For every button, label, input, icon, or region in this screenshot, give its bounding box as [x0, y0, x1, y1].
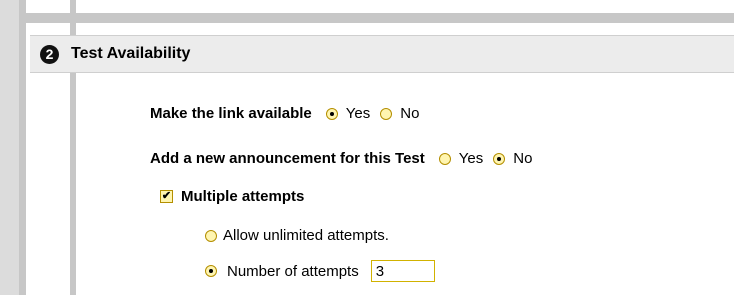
announcement-no-radio[interactable]	[493, 152, 506, 165]
make-available-yes-label: Yes	[345, 105, 371, 122]
number-attempts-row: Number of attempts	[205, 260, 435, 282]
number-attempts-input[interactable]	[370, 260, 435, 282]
make-link-available-row: Make the link available Yes No	[150, 105, 419, 122]
section-header: 2 Test Availability	[30, 35, 734, 73]
step-number-badge: 2	[40, 44, 59, 64]
make-available-yes-radio[interactable]	[325, 107, 338, 120]
multiple-attempts-row: ✔ Multiple attempts	[160, 188, 304, 205]
unlimited-attempts-row: Allow unlimited attempts.	[205, 227, 389, 244]
left-gutter	[0, 0, 19, 295]
announcement-yes-label: Yes	[458, 150, 484, 167]
announcement-no-label: No	[513, 150, 533, 167]
multiple-attempts-label: Multiple attempts	[181, 188, 305, 205]
top-divider	[26, 13, 734, 23]
make-link-available-label: Make the link available	[150, 105, 312, 122]
announcement-row: Add a new announcement for this Test Yes…	[150, 150, 532, 167]
announcement-label: Add a new announcement for this Test	[150, 150, 425, 167]
make-available-no-label: No	[400, 105, 420, 122]
multiple-attempts-checkbox[interactable]: ✔	[160, 190, 173, 203]
unlimited-attempts-radio[interactable]	[205, 229, 217, 242]
announcement-yes-radio[interactable]	[438, 152, 451, 165]
number-attempts-label: Number of attempts	[227, 262, 359, 280]
number-attempts-radio[interactable]	[205, 265, 217, 277]
unlimited-attempts-label: Allow unlimited attempts.	[223, 227, 389, 244]
left-divider	[19, 0, 26, 295]
section-title: Test Availability	[71, 45, 191, 62]
make-available-no-radio[interactable]	[380, 107, 393, 120]
